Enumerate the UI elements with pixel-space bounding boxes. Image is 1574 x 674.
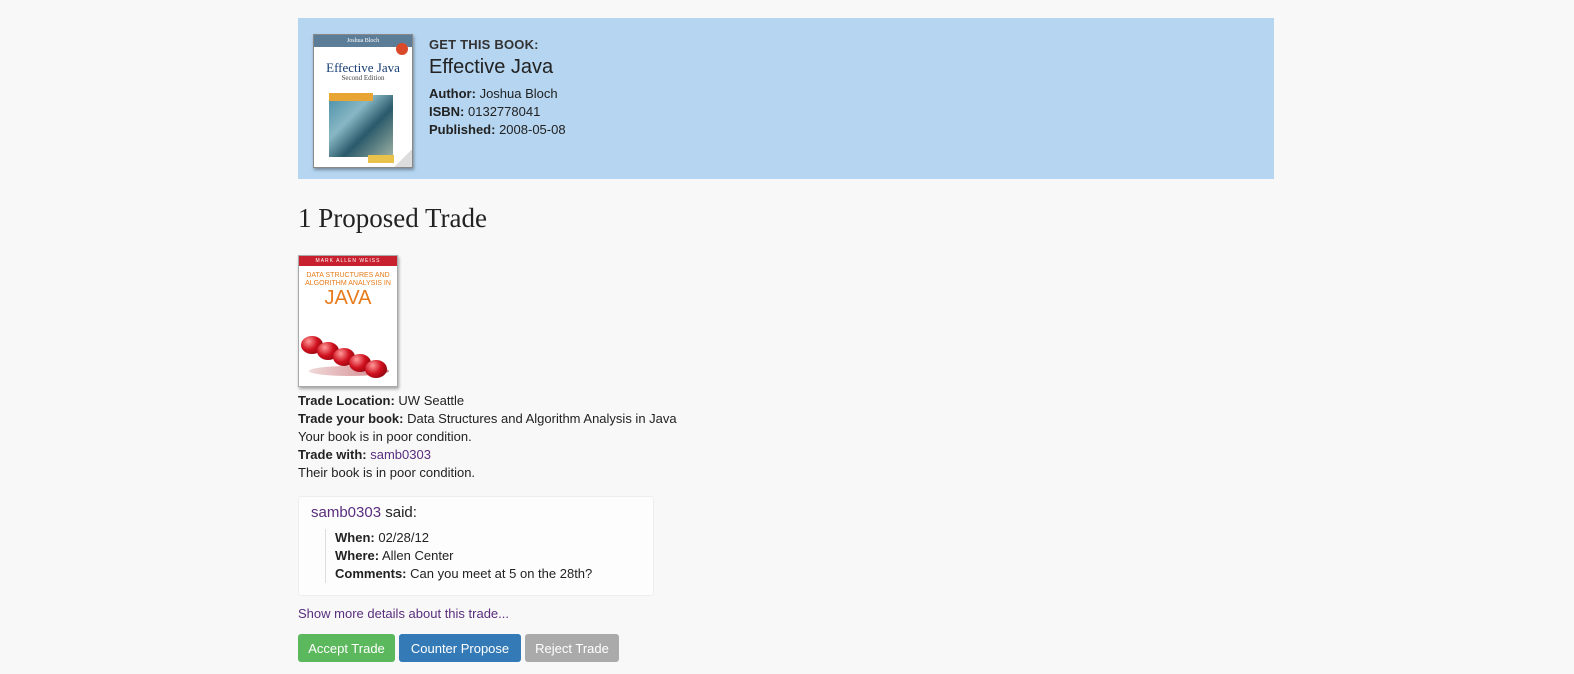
trade-cover-author: MARK ALLEN WEISS — [299, 256, 397, 266]
book-published: Published: 2008-05-08 — [429, 121, 566, 139]
comment-said: said: — [385, 504, 417, 521]
counter-propose-button[interactable]: Counter Propose — [399, 634, 521, 662]
isbn-label: ISBN: — [429, 104, 465, 119]
comment-comments-value: Can you meet at 5 on the 28th? — [410, 566, 593, 581]
get-book-banner: Joshua Bloch Effective Java Second Editi… — [298, 18, 1274, 179]
reject-trade-button[interactable]: Reject Trade — [525, 634, 619, 662]
comment-where-value: Allen Center — [381, 548, 454, 563]
page-content: Joshua Bloch Effective Java Second Editi… — [298, 18, 1274, 662]
author-value: Joshua Bloch — [479, 86, 558, 101]
trade-with-label: Trade with: — [298, 447, 367, 462]
cover-series-label — [329, 93, 373, 101]
book-title: Effective Java — [429, 56, 554, 78]
trade-with-user-link[interactable]: samb0303 — [370, 447, 431, 462]
cover-badge-icon — [396, 43, 408, 55]
book-info: GET THIS BOOK: Effective Java Author: Jo… — [429, 37, 566, 139]
accept-trade-button[interactable]: Accept Trade — [298, 634, 395, 662]
comment-when-label: When: — [335, 530, 375, 545]
trade-cover-java: JAVA — [324, 287, 372, 309]
book-isbn: ISBN: 0132778041 — [429, 103, 566, 121]
cover-subtitle: Second Edition — [341, 74, 385, 82]
get-book-label: GET THIS BOOK: — [429, 37, 539, 52]
page-title: 1 Proposed Trade — [298, 203, 488, 233]
trade-location-value: UW Seattle — [398, 393, 465, 408]
comment-when-value: 02/28/12 — [378, 530, 429, 545]
trade-actions: Accept Trade Counter Propose Reject Trad… — [298, 634, 1274, 662]
more-details: Show more details about this trade... — [298, 606, 1274, 621]
book-cover-image[interactable]: Joshua Bloch Effective Java Second Editi… — [313, 34, 413, 168]
trade-location-label: Trade Location: — [298, 393, 395, 408]
comment-user-link[interactable]: samb0303 — [311, 504, 381, 521]
trade-comment: samb0303 said: When: 02/28/12 Where: All… — [298, 496, 654, 596]
comment-header: samb0303 said: — [311, 503, 653, 523]
comment-comments: Comments: Can you meet at 5 on the 28th? — [335, 565, 653, 583]
trade-your-book: Trade your book: Data Structures and Alg… — [298, 410, 1274, 428]
page-curl-icon — [394, 149, 412, 167]
trade-your-book-value: Data Structures and Algorithm Analysis i… — [407, 411, 677, 426]
their-book-condition: Their book is in poor condition. — [298, 465, 476, 480]
your-book-condition: Your book is in poor condition. — [298, 429, 472, 444]
comment-where: Where: Allen Center — [335, 547, 653, 565]
trade-details: Trade Location: UW Seattle Trade your bo… — [298, 392, 1274, 482]
cover-ball — [365, 360, 387, 378]
comment-where-label: Where: — [335, 548, 380, 563]
comment-when: When: 02/28/12 — [335, 529, 653, 547]
published-label: Published: — [429, 122, 496, 137]
trade-book-cover-image[interactable]: MARK ALLEN WEISS DATA STRUCTURES AND ALG… — [298, 255, 398, 387]
trade-your-book-label: Trade your book: — [298, 411, 404, 426]
trade-with: Trade with: samb0303 — [298, 446, 1274, 464]
author-label: Author: — [429, 86, 476, 101]
comment-body: When: 02/28/12 Where: Allen Center Comme… — [325, 529, 653, 583]
cover-title: Effective Java — [326, 60, 400, 75]
trade-location: Trade Location: UW Seattle — [298, 392, 1274, 410]
show-more-details-link[interactable]: Show more details about this trade... — [298, 606, 509, 621]
comment-comments-label: Comments: — [335, 566, 407, 581]
cover-art — [329, 95, 393, 157]
isbn-value: 0132778041 — [468, 104, 541, 119]
book-author: Author: Joshua Bloch — [429, 85, 566, 103]
published-value: 2008-05-08 — [499, 122, 566, 137]
trade-cover-title: DATA STRUCTURES AND ALGORITHM ANALYSIS I… — [305, 272, 391, 287]
